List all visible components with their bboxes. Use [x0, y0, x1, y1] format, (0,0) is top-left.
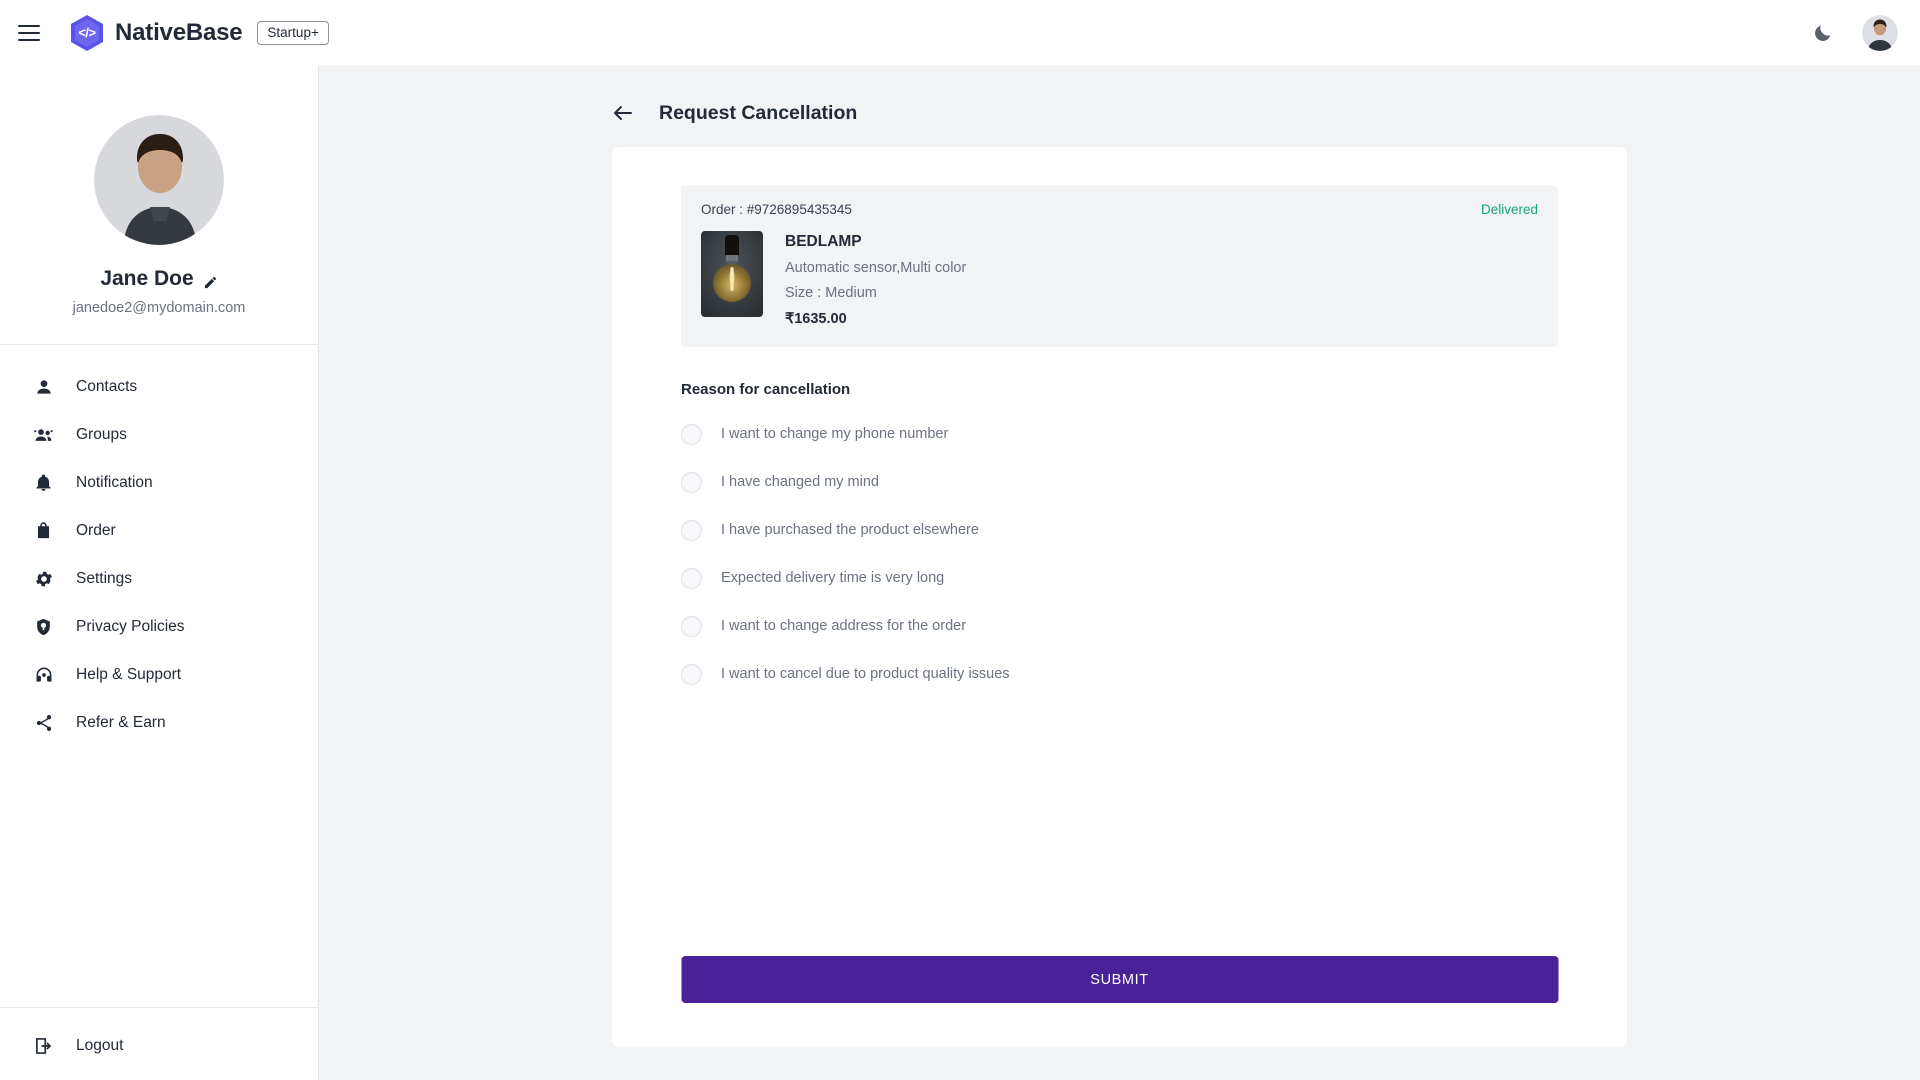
sidebar: Jane Doe janedoe2@mydomain.com Contacts: [0, 65, 319, 1080]
order-summary-header: Order : #9726895435345 Delivered: [701, 202, 1538, 217]
reason-option-3[interactable]: Expected delivery time is very long: [681, 554, 1558, 602]
sidebar-item-order[interactable]: Order: [0, 507, 318, 555]
arrow-left-icon[interactable]: [611, 101, 635, 125]
sidebar-item-label: Contacts: [76, 378, 138, 395]
profile-email: janedoe2@mydomain.com: [72, 300, 246, 316]
radio-button[interactable]: [681, 519, 702, 541]
sidebar-nav: Contacts Groups Notification Order Setti…: [0, 345, 318, 747]
profile-name-row: Jane Doe: [0, 267, 318, 291]
cancellation-card: Order : #9726895435345 Delivered BEDLAMP…: [612, 147, 1627, 1047]
sidebar-item-contacts[interactable]: Contacts: [0, 363, 318, 411]
sidebar-item-label: Groups: [76, 426, 127, 443]
plan-badge: Startup+: [257, 20, 329, 45]
bedlamp-product-image: [701, 231, 763, 317]
page-title: Request Cancellation: [659, 101, 858, 124]
reason-option-2[interactable]: I have purchased the product elsewhere: [681, 506, 1558, 554]
user-avatar[interactable]: [1862, 14, 1898, 51]
sidebar-item-groups[interactable]: Groups: [0, 411, 318, 459]
sidebar-item-privacy-policies[interactable]: Privacy Policies: [0, 603, 318, 651]
hamburger-menu-icon[interactable]: [18, 18, 48, 48]
people-group-icon: [33, 425, 54, 446]
sidebar-profile: Jane Doe janedoe2@mydomain.com: [0, 65, 318, 316]
sidebar-item-settings[interactable]: Settings: [0, 555, 318, 603]
reason-option-label: I have changed my mind: [721, 474, 879, 490]
profile-name: Jane Doe: [100, 267, 194, 290]
sidebar-item-label: Order: [76, 522, 116, 539]
submit-button[interactable]: SUBMIT: [681, 956, 1558, 1003]
logo-code-glyph: </>: [78, 25, 96, 40]
bell-icon: [33, 473, 54, 494]
product-name: BEDLAMP: [785, 233, 862, 250]
sidebar-item-label: Help & Support: [76, 666, 182, 683]
page-header: Request Cancellation: [319, 65, 1920, 125]
sidebar-item-help-support[interactable]: Help & Support: [0, 651, 318, 699]
moon-icon[interactable]: [1812, 22, 1834, 44]
headset-support-icon: [33, 665, 54, 686]
order-summary-panel: Order : #9726895435345 Delivered BEDLAMP…: [681, 185, 1558, 347]
sidebar-logout-section: Logout: [0, 1022, 318, 1070]
product-description: Automatic sensor,Multi color: [785, 260, 967, 276]
sidebar-bottom-divider: [0, 1007, 318, 1008]
reason-option-1[interactable]: I have changed my mind: [681, 458, 1558, 506]
radio-button[interactable]: [681, 471, 702, 493]
profile-photo[interactable]: [94, 115, 224, 245]
reason-option-label: I want to change address for the order: [721, 618, 967, 634]
radio-button[interactable]: [681, 423, 702, 445]
order-number: Order : #9726895435345: [701, 202, 852, 217]
shopping-bag-icon: [33, 521, 54, 542]
reason-options-list: I want to change my phone number I have …: [681, 398, 1558, 698]
reason-option-label: I want to cancel due to product quality …: [721, 666, 1010, 682]
brand-name: NativeBase: [115, 18, 243, 46]
top-bar: </> NativeBase Startup+: [0, 0, 1920, 65]
radio-button[interactable]: [681, 567, 702, 589]
reason-option-5[interactable]: I want to cancel due to product quality …: [681, 650, 1558, 698]
sidebar-item-label: Settings: [76, 570, 133, 587]
sidebar-item-notification[interactable]: Notification: [0, 459, 318, 507]
sidebar-item-refer-earn[interactable]: Refer & Earn: [0, 699, 318, 747]
top-bar-actions: [1812, 14, 1898, 51]
gear-icon: [33, 569, 54, 590]
reason-option-label: I have purchased the product elsewhere: [721, 522, 979, 538]
reason-option-label: I want to change my phone number: [721, 426, 949, 442]
sidebar-item-logout[interactable]: Logout: [0, 1022, 318, 1070]
radio-button[interactable]: [681, 615, 702, 637]
logout-icon: [33, 1036, 54, 1057]
product-size: Size : Medium: [785, 285, 877, 301]
brand: </> NativeBase Startup+: [70, 14, 329, 52]
sidebar-item-label: Notification: [76, 474, 153, 491]
sidebar-item-label: Refer & Earn: [76, 714, 166, 731]
product-price: ₹1635.00: [785, 311, 847, 327]
status-badge: Delivered: [1480, 202, 1538, 217]
reason-option-4[interactable]: I want to change address for the order: [681, 602, 1558, 650]
main-content: Request Cancellation Order : #9726895435…: [319, 65, 1920, 1080]
reason-section-title: Reason for cancellation: [681, 381, 851, 398]
product-row: BEDLAMP Automatic sensor,Multi color Siz…: [701, 231, 1538, 327]
product-info: BEDLAMP Automatic sensor,Multi color Siz…: [785, 231, 966, 327]
share-icon: [33, 713, 54, 734]
sidebar-item-label: Privacy Policies: [76, 618, 185, 635]
shield-icon: [33, 617, 54, 638]
pencil-edit-icon[interactable]: [203, 272, 218, 288]
reason-option-label: Expected delivery time is very long: [721, 570, 945, 586]
reason-option-0[interactable]: I want to change my phone number: [681, 410, 1558, 458]
person-icon: [33, 377, 54, 398]
radio-button[interactable]: [681, 663, 702, 685]
sidebar-item-label: Logout: [76, 1037, 124, 1054]
nativebase-hexagon-logo: </>: [70, 14, 104, 52]
